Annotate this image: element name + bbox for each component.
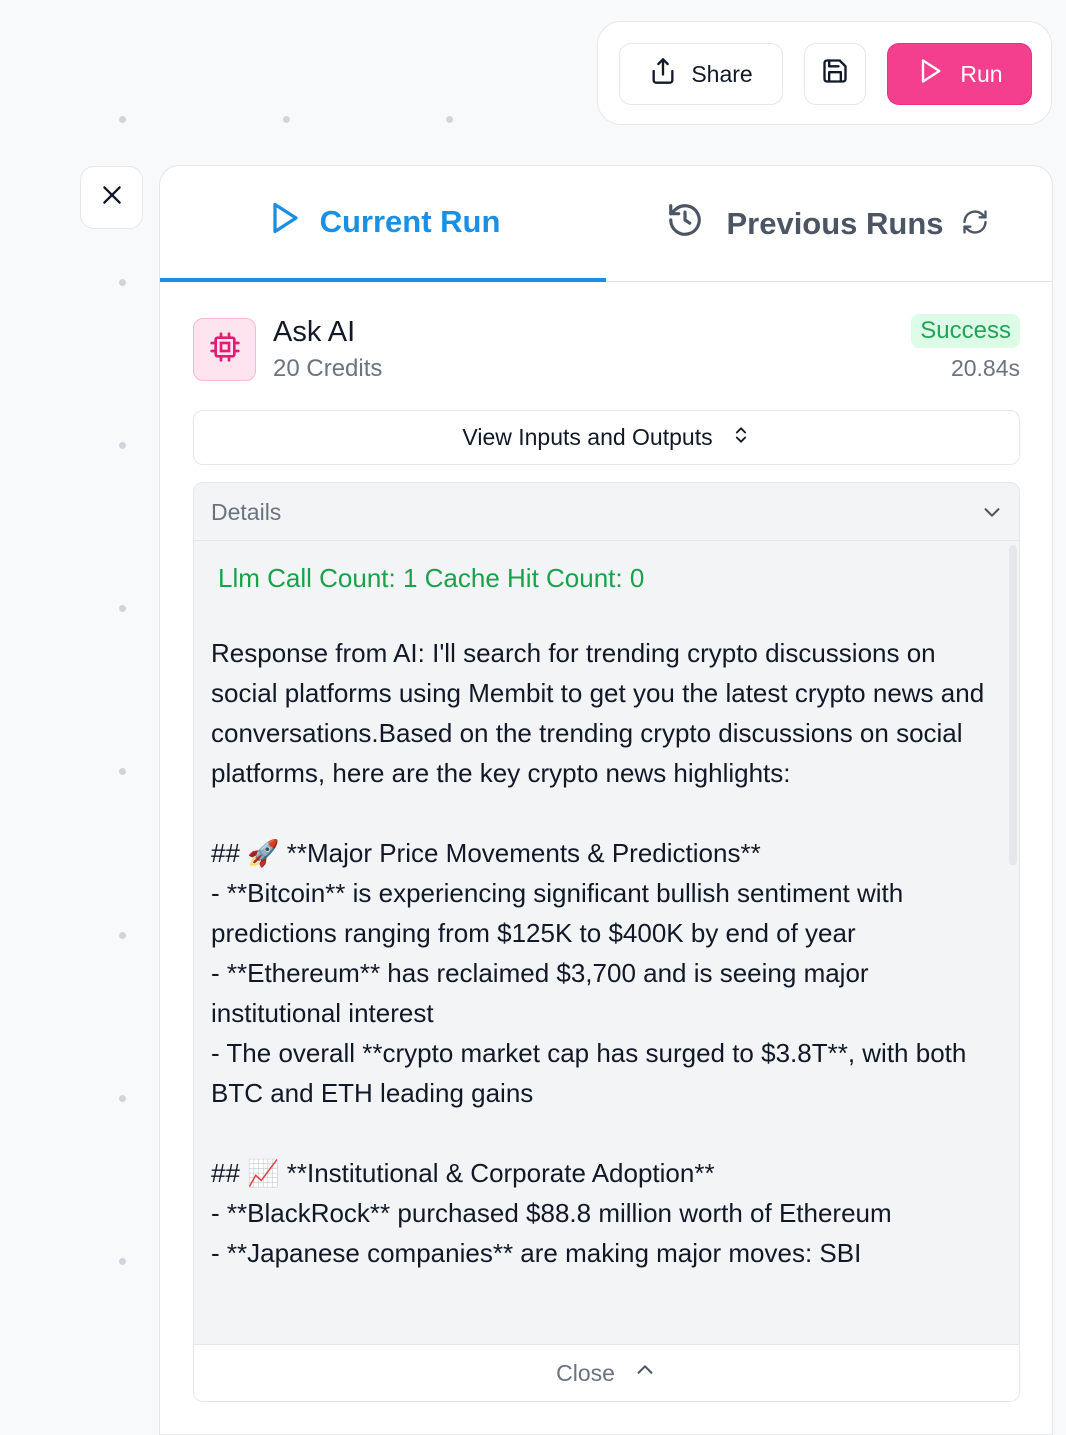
close-panel-button[interactable] (80, 166, 143, 229)
details-toggle[interactable]: Details (194, 483, 1019, 541)
canvas-dot (119, 1258, 126, 1265)
save-icon (821, 57, 849, 91)
canvas-dot (119, 442, 126, 449)
run-duration: 20.84s (950, 355, 1020, 381)
share-label: Share (691, 60, 753, 87)
chevron-up-icon (633, 1359, 657, 1387)
canvas-dot (119, 1095, 126, 1102)
canvas-dot (119, 279, 126, 286)
tab-previous-runs-label: Previous Runs (726, 206, 944, 241)
node-chip-icon-box (193, 318, 256, 381)
canvas-dot (119, 605, 126, 612)
llm-stats: Llm Call Count: 1 Cache Hit Count: 0 (218, 563, 645, 593)
run-label: Run (960, 60, 1003, 87)
tab-current-run-label: Current Run (319, 204, 501, 239)
refresh-button[interactable] (960, 209, 990, 239)
run-toolbar: Share Run (597, 21, 1052, 125)
chevron-updown-icon (731, 423, 751, 453)
share-button[interactable]: Share (619, 43, 783, 105)
details-label: Details (211, 499, 282, 525)
history-icon (666, 201, 704, 247)
close-icon (99, 182, 125, 213)
play-icon (916, 56, 944, 92)
details-scrollbar[interactable] (1009, 545, 1017, 865)
run-tabs: Current Run Previous Runs (160, 166, 1052, 282)
tab-current-run[interactable]: Current Run (160, 166, 606, 282)
run-panel: Current Run Previous Runs Ask AI 20 Cred… (159, 165, 1053, 1435)
chevron-down-icon (979, 501, 1005, 528)
canvas-dot (119, 932, 126, 939)
save-button[interactable] (804, 43, 866, 105)
canvas-dot (446, 116, 453, 123)
chip-icon (209, 331, 241, 368)
node-credits: 20 Credits (273, 355, 383, 382)
close-details-button[interactable]: Close (194, 1344, 1019, 1401)
status-badge: Success (911, 314, 1020, 348)
run-button[interactable]: Run (887, 43, 1032, 105)
node-title: Ask AI (273, 316, 356, 348)
view-inputs-outputs-button[interactable]: View Inputs and Outputs (193, 410, 1020, 465)
share-icon (649, 56, 677, 92)
close-details-label: Close (556, 1359, 615, 1386)
tab-previous-runs[interactable]: Previous Runs (660, 166, 950, 282)
ai-response-text: Response from AI: I'll search for trendi… (211, 638, 985, 1268)
view-inputs-outputs-label: View Inputs and Outputs (462, 424, 713, 450)
canvas-dot (119, 116, 126, 123)
play-icon (266, 199, 302, 245)
details-section: Details Llm Call Count: 1 Cache Hit Coun… (193, 482, 1020, 1402)
refresh-icon (961, 208, 989, 241)
canvas-dot (119, 768, 126, 775)
canvas-dot (283, 116, 290, 123)
details-content[interactable]: Llm Call Count: 1 Cache Hit Count: 0 Res… (211, 541, 1001, 1341)
